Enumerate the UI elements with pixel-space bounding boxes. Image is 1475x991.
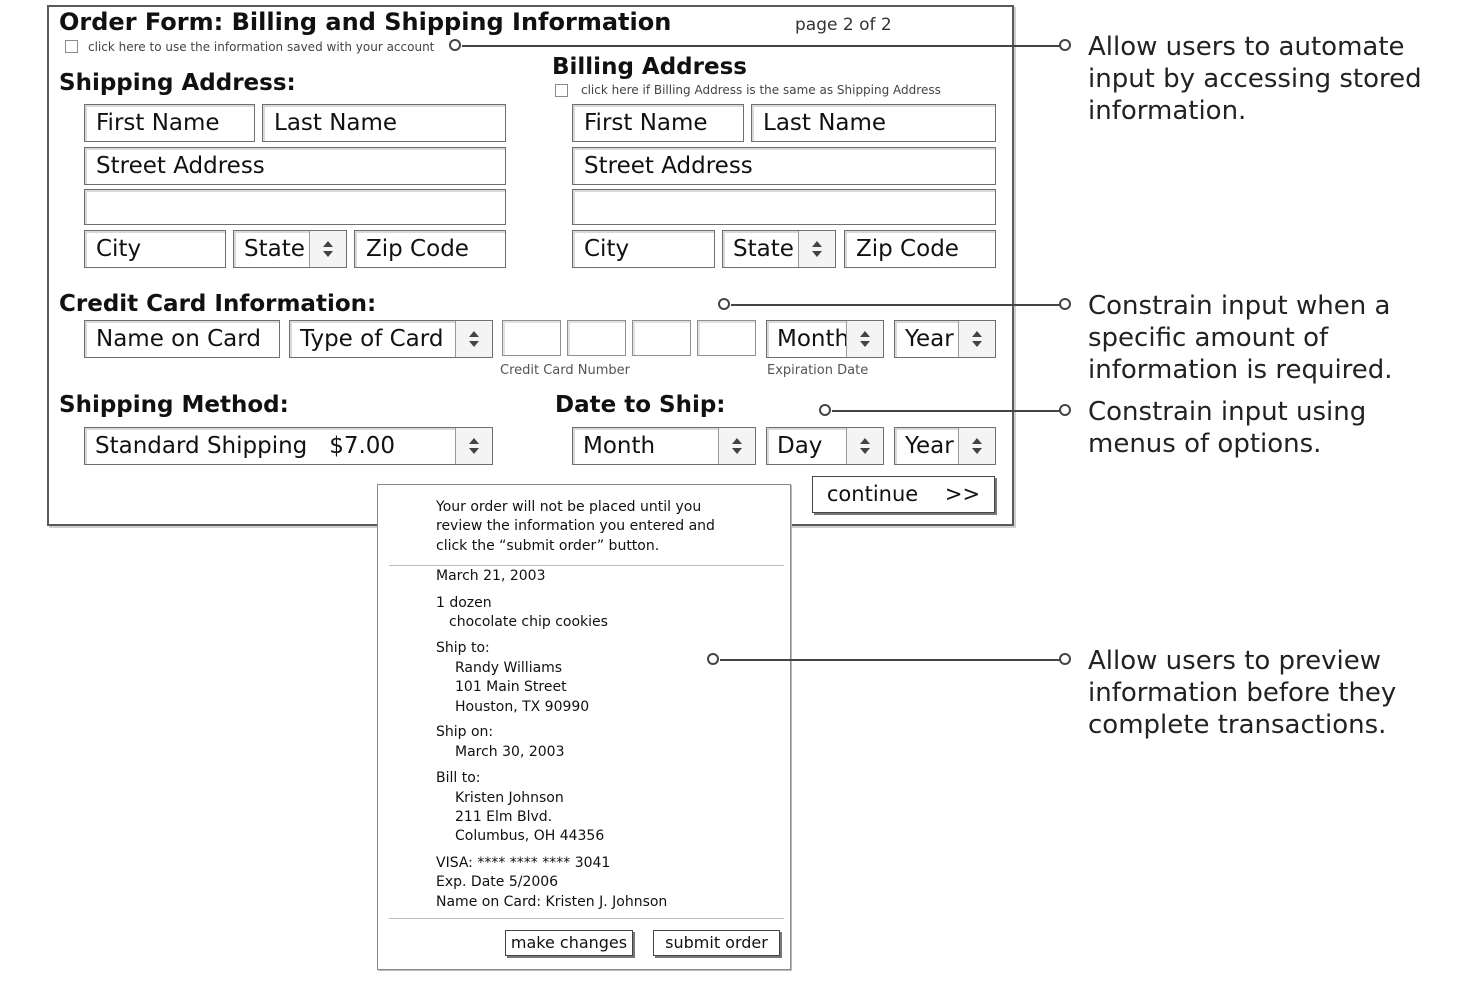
card-type-label: Type of Card: [300, 326, 444, 352]
callout-text-preview: Allow users to preview information befor…: [1088, 646, 1397, 740]
preview-expiration: Exp. Date 5/2006: [436, 874, 559, 890]
expiration-caption: Expiration Date: [767, 363, 869, 378]
preview-order-date: March 21, 2003: [436, 568, 546, 584]
up-down-arrows-icon: [846, 428, 883, 464]
billing-street-field[interactable]: Street Address: [572, 147, 996, 185]
circle-icon: [718, 298, 730, 310]
preview-intro-line-3: click the “submit order” button.: [436, 538, 660, 554]
ship-day-select[interactable]: Day: [766, 427, 884, 465]
card-number-segment-4[interactable]: [697, 320, 756, 356]
preview-bill-to-street: 211 Elm Blvd.: [455, 809, 553, 825]
preview-item: chocolate chip cookies: [449, 614, 608, 630]
circle-icon: [707, 653, 719, 665]
page-indicator: page 2 of 2: [795, 15, 892, 35]
preview-ship-to-street: 101 Main Street: [455, 679, 567, 695]
callout-line-3: [832, 410, 1063, 412]
up-down-arrows-icon: [958, 428, 995, 464]
shipping-street-field[interactable]: Street Address: [84, 147, 506, 185]
shipping-street2-field[interactable]: [84, 189, 506, 225]
expiration-year-label: Year: [905, 326, 954, 352]
shipping-method-select[interactable]: Standard Shipping $7.00: [84, 427, 493, 465]
expiration-month-select[interactable]: Month: [766, 320, 884, 358]
shipping-state-label: State: [244, 236, 305, 262]
preview-bill-to-label: Bill to:: [436, 770, 481, 786]
callout-text-constrain-amount: Constrain input when a specific amount o…: [1088, 291, 1393, 385]
billing-same-checkbox[interactable]: [555, 84, 568, 97]
preview-ship-on-date: March 30, 2003: [455, 744, 565, 760]
shipping-last-name-field[interactable]: Last Name: [262, 104, 506, 142]
continue-button[interactable]: continue >>: [812, 476, 995, 513]
billing-city-field[interactable]: City: [572, 230, 715, 268]
card-number-segment-2[interactable]: [567, 320, 626, 356]
circle-icon: [449, 39, 461, 51]
circle-icon: [819, 404, 831, 416]
up-down-arrows-icon: [718, 428, 755, 464]
card-number-segment-1[interactable]: [502, 320, 561, 356]
make-changes-button[interactable]: make changes: [505, 930, 633, 956]
use-saved-info-label: click here to use the information saved …: [88, 40, 435, 54]
circle-icon: [1059, 404, 1071, 416]
use-saved-info-checkbox[interactable]: [65, 40, 78, 53]
callout-line-2: [731, 304, 1063, 306]
preview-card-number: VISA: **** **** **** 3041: [436, 855, 611, 871]
up-down-arrows-icon: [798, 231, 835, 267]
preview-intro-line-2: review the information you entered and: [436, 518, 715, 534]
circle-icon: [1059, 39, 1071, 51]
up-down-arrows-icon: [846, 321, 883, 357]
up-down-arrows-icon: [309, 231, 346, 267]
shipping-method-heading: Shipping Method:: [59, 392, 289, 418]
ship-year-select[interactable]: Year: [894, 427, 996, 465]
preview-bill-to-city: Columbus, OH 44356: [455, 828, 605, 844]
up-down-arrows-icon: [455, 428, 492, 464]
billing-last-name-field[interactable]: Last Name: [751, 104, 996, 142]
billing-street2-field[interactable]: [572, 189, 996, 225]
preview-ship-on-label: Ship on:: [436, 724, 494, 740]
submit-order-button[interactable]: submit order: [653, 930, 780, 956]
shipping-first-name-field[interactable]: First Name: [84, 104, 255, 142]
billing-first-name-field[interactable]: First Name: [572, 104, 744, 142]
card-number-segment-3[interactable]: [632, 320, 691, 356]
shipping-address-heading: Shipping Address:: [59, 70, 296, 96]
preview-intro-line-1: Your order will not be placed until you: [436, 499, 702, 515]
card-type-select[interactable]: Type of Card: [289, 320, 493, 358]
ship-year-label: Year: [905, 433, 954, 459]
billing-state-select[interactable]: State: [722, 230, 836, 268]
up-down-arrows-icon: [958, 321, 995, 357]
shipping-zip-field[interactable]: Zip Code: [354, 230, 506, 268]
preview-bill-to-name: Kristen Johnson: [455, 790, 564, 806]
shipping-city-field[interactable]: City: [84, 230, 226, 268]
preview-divider-top: [389, 565, 784, 566]
billing-zip-field[interactable]: Zip Code: [844, 230, 996, 268]
preview-ship-to-name: Randy Williams: [455, 660, 563, 676]
shipping-state-select[interactable]: State: [233, 230, 347, 268]
ship-day-label: Day: [777, 433, 823, 459]
expiration-year-select[interactable]: Year: [894, 320, 996, 358]
circle-icon: [1059, 653, 1071, 665]
card-number-caption: Credit Card Number: [500, 363, 630, 378]
ship-month-select[interactable]: Month: [572, 427, 756, 465]
credit-card-heading: Credit Card Information:: [59, 291, 377, 317]
callout-line-4: [720, 659, 1063, 661]
preview-quantity: 1 dozen: [436, 595, 492, 611]
date-to-ship-heading: Date to Ship:: [555, 392, 726, 418]
billing-same-label: click here if Billing Address is the sam…: [581, 83, 941, 97]
billing-state-label: State: [733, 236, 794, 262]
ship-month-label: Month: [583, 433, 656, 459]
preview-divider-bottom: [389, 918, 784, 919]
up-down-arrows-icon: [455, 321, 492, 357]
expiration-month-label: Month: [777, 326, 850, 352]
callout-line-1: [462, 45, 1062, 47]
callout-text-menus: Constrain input using menus of options.: [1088, 397, 1367, 459]
preview-ship-to-label: Ship to:: [436, 640, 490, 656]
form-title: Order Form: Billing and Shipping Informa…: [59, 8, 672, 36]
preview-name-on-card: Name on Card: Kristen J. Johnson: [436, 894, 668, 910]
preview-ship-to-city: Houston, TX 90990: [455, 699, 590, 715]
circle-icon: [1059, 298, 1071, 310]
callout-text-automate: Allow users to automate input by accessi…: [1088, 32, 1422, 126]
name-on-card-field[interactable]: Name on Card: [84, 320, 280, 358]
billing-address-heading: Billing Address: [552, 54, 747, 80]
shipping-method-label: Standard Shipping $7.00: [95, 433, 396, 459]
